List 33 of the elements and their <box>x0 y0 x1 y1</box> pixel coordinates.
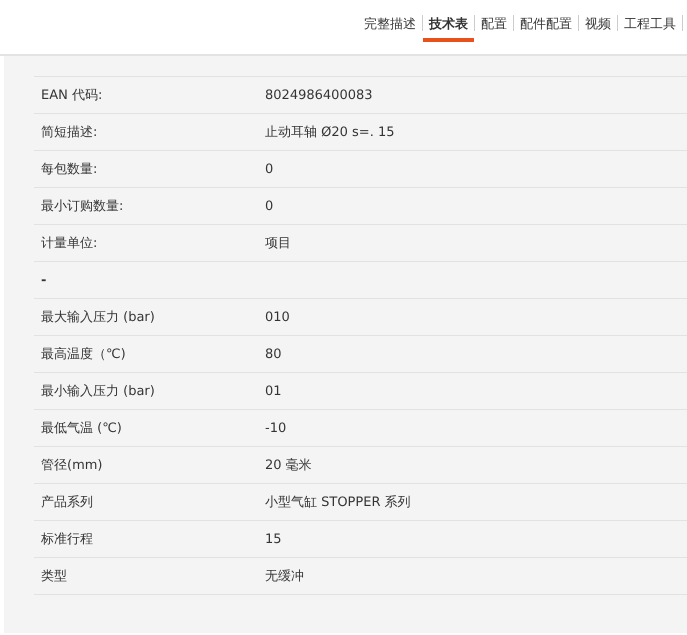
spec-value: 小型气缸 STOPPER 系列 <box>265 494 411 511</box>
tab[interactable]: 技术表 <box>423 15 474 42</box>
spec-value: 010 <box>265 310 290 324</box>
tab[interactable]: 配置 <box>475 15 513 42</box>
spec-value: 15 <box>265 532 282 546</box>
tab[interactable]: 完整描述 <box>358 15 422 42</box>
spec-label: 类型 <box>40 568 68 585</box>
spec-value: 止动耳轴 Ø20 s=. 15 <box>265 124 395 141</box>
spec-label: 最小订购数量: <box>40 198 124 215</box>
spec-value: 8024986400083 <box>265 88 373 102</box>
spec-value: 0 <box>265 162 274 176</box>
spec-value: 0 <box>265 198 274 214</box>
spec-value: -10 <box>265 420 286 436</box>
tab[interactable]: 配件配置 <box>514 15 578 42</box>
spec-label: EAN 代码: <box>40 87 104 104</box>
spec-value: 80 <box>265 346 282 362</box>
spec-value: 无缓冲 <box>265 568 304 585</box>
spec-label: 简短描述: <box>40 124 98 141</box>
spec-label: 计量单位: <box>40 235 98 252</box>
tab[interactable]: 视频 <box>579 15 617 42</box>
tab[interactable]: 工程工具 <box>618 15 682 42</box>
spec-label: 最大输入压力 (bar) <box>40 309 156 326</box>
spec-value: 项目 <box>265 235 291 252</box>
spec-label: 最高温度（℃) <box>40 346 127 363</box>
spec-value: 20 毫米 <box>265 457 312 474</box>
spec-label: 管径(mm) <box>40 457 104 474</box>
section-heading: - <box>40 272 46 288</box>
spec-label: 最小输入压力 (bar) <box>40 383 156 400</box>
spec-label: 最低气温 (℃) <box>40 420 123 437</box>
spec-value: 01 <box>265 384 282 398</box>
spec-label: 标准行程 <box>40 531 94 548</box>
spec-label: 每包数量: <box>40 161 98 178</box>
spec-label: 产品系列 <box>40 494 94 511</box>
